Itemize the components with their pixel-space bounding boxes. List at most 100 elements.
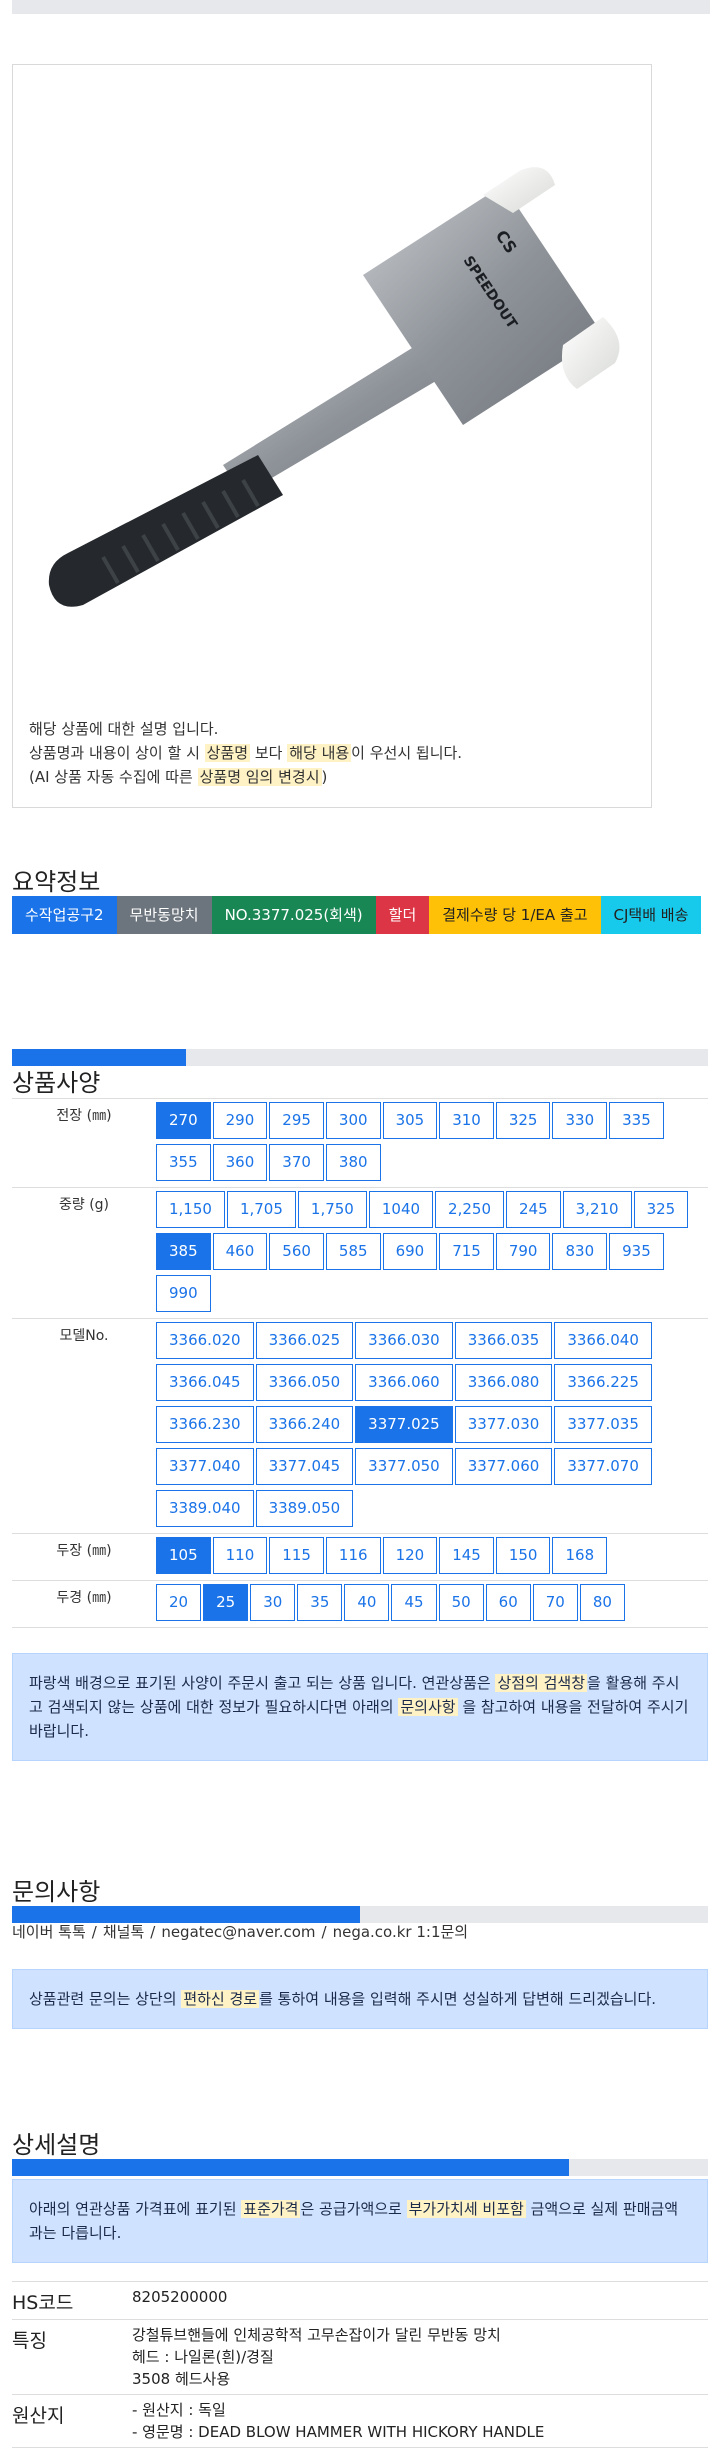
spec-option[interactable]: 460 [212,1233,268,1270]
tag-brand[interactable]: 할더 [375,896,430,934]
info-table: HS코드 8205200000 특징 강철튜브핸들에 인체공학적 고무손잡이가 달린 … [12,2281,708,2448]
spec-option[interactable]: 150 [495,1537,551,1574]
info-value-line: 헤드 : 나일론(흰)/경질 [132,2348,274,2366]
spec-option[interactable]: 310 [439,1102,494,1139]
spec-table: 전장 (㎜) 270 290 295 300 305 310 325 330 335 355 360 3… [12,1098,708,1628]
spec-option[interactable]: 245 [506,1191,561,1228]
spec-option[interactable]: 715 [439,1233,494,1270]
spec-option-selected[interactable]: 3377.025 [355,1406,453,1443]
tag-quantity[interactable]: 결제수량 당 1/EA 출고 [429,896,601,934]
spec-option[interactable]: 325 [495,1102,551,1139]
spec-option[interactable]: 3366.060 [355,1364,453,1401]
spec-option[interactable]: 3366.025 [255,1322,354,1359]
info-value: 8205200000 [132,2282,227,2319]
spec-option[interactable]: 3377.070 [554,1448,652,1485]
notice-text: 은 공급가액으로 [300,2200,407,2218]
spec-option[interactable]: 290 [212,1102,268,1139]
spec-option[interactable]: 80 [579,1584,625,1621]
spec-option[interactable]: 585 [325,1233,381,1270]
spec-option[interactable]: 3389.050 [255,1490,354,1527]
link-channel-talk[interactable]: 채널톡 [103,1923,144,1941]
spec-option[interactable]: 1,705 [226,1191,296,1228]
info-row: HS코드 8205200000 [12,2282,708,2320]
spec-option[interactable]: 3,210 [562,1191,632,1228]
tag-subcategory[interactable]: 무반동망치 [116,896,212,934]
detail-progress-fill [12,2159,569,2176]
spec-option[interactable]: 35 [297,1584,343,1621]
spec-option[interactable]: 45 [391,1584,437,1621]
description-line-1: 해당 상품에 대한 설명 입니다. [29,720,219,738]
spec-option[interactable]: 325 [633,1191,689,1228]
spec-option[interactable]: 40 [344,1584,390,1621]
link-naver-talk[interactable]: 네이버 톡톡 [12,1923,86,1941]
detail-notice: 아래의 연관상품 가격표에 표기된 표준가격 은 공급가액으로 부가가치세 비포함… [12,2179,708,2263]
spec-option[interactable]: 355 [156,1144,211,1181]
tag-category[interactable]: 수작업공구2 [12,896,117,934]
spec-option[interactable]: 790 [495,1233,551,1270]
spec-option[interactable]: 115 [269,1537,324,1574]
spec-option[interactable]: 3366.225 [554,1364,652,1401]
spec-option[interactable]: 70 [532,1584,578,1621]
spec-option[interactable]: 370 [269,1144,324,1181]
spec-option[interactable]: 1,150 [156,1191,225,1228]
spec-option[interactable]: 3366.035 [454,1322,553,1359]
spec-option[interactable]: 330 [552,1102,608,1139]
spec-option[interactable]: 3377.040 [156,1448,254,1485]
link-email[interactable]: negatec@naver.com [161,1923,315,1941]
spec-option[interactable]: 20 [156,1584,202,1621]
spec-option[interactable]: 116 [325,1537,381,1574]
spec-option-selected[interactable]: 105 [156,1537,211,1574]
spec-label: 두경 (㎜) [56,1590,112,1606]
spec-option[interactable]: 3389.040 [156,1490,254,1527]
spec-option[interactable]: 120 [382,1537,438,1574]
spec-option[interactable]: 990 [156,1275,211,1312]
link-site-inquiry[interactable]: nega.co.kr 1:1문의 [333,1923,469,1941]
spec-option[interactable]: 110 [212,1537,268,1574]
spec-option[interactable]: 305 [382,1102,438,1139]
spec-option[interactable]: 60 [485,1584,531,1621]
spec-option[interactable]: 145 [439,1537,494,1574]
spec-option[interactable]: 3377.050 [355,1448,453,1485]
spec-option[interactable]: 3366.020 [156,1322,254,1359]
spec-option[interactable]: 3366.230 [156,1406,254,1443]
spec-option[interactable]: 50 [438,1584,484,1621]
spec-option[interactable]: 335 [609,1102,664,1139]
spec-option[interactable]: 3377.060 [454,1448,553,1485]
link-separator: / [150,1923,156,1941]
spec-option[interactable]: 3366.030 [355,1322,453,1359]
spec-option[interactable]: 3366.040 [554,1322,652,1359]
inquiry-title: 문의사항 [12,1878,101,1906]
spec-option-selected[interactable]: 25 [203,1584,249,1621]
description-line-3: (AI 상품 자동 수집에 따른 상품명 임의 변경시) [29,765,462,789]
spec-option[interactable]: 295 [269,1102,324,1139]
spec-option[interactable]: 3377.045 [255,1448,354,1485]
spec-option-selected[interactable]: 270 [156,1102,211,1139]
spec-option[interactable]: 30 [250,1584,296,1621]
highlight-product-name: 상품명 [204,744,251,762]
spec-option[interactable]: 560 [269,1233,324,1270]
detail-progress-bar [12,2159,708,2176]
spec-option[interactable]: 380 [325,1144,381,1181]
spec-option[interactable]: 3366.050 [255,1364,354,1401]
spec-option[interactable]: 2,250 [435,1191,504,1228]
info-label: 특징 [12,2330,47,2352]
spec-option[interactable]: 1,750 [297,1191,367,1228]
tag-shipping[interactable]: CJ택배 배송 [600,896,702,934]
spec-option[interactable]: 3377.035 [554,1406,652,1443]
spec-option[interactable]: 3377.030 [454,1406,553,1443]
highlight-content: 해당 내용 [287,744,352,762]
spec-option[interactable]: 168 [552,1537,608,1574]
spec-option[interactable]: 3366.045 [156,1364,254,1401]
spec-option[interactable]: 935 [609,1233,664,1270]
spec-option[interactable]: 3366.080 [454,1364,553,1401]
spec-option[interactable]: 690 [382,1233,438,1270]
spec-option[interactable]: 3366.240 [255,1406,354,1443]
spec-option[interactable]: 360 [212,1144,268,1181]
info-value-line: - 원산지 : 독일 [132,2401,226,2419]
tag-model-number[interactable]: NO.3377.025(회색) [211,896,376,934]
product-image-box: SPEEDOUT CS 해당 상품에 대한 설명 입니다. 상품명과 내용이 상… [12,64,652,808]
spec-option[interactable]: 1040 [368,1191,434,1228]
spec-option[interactable]: 300 [325,1102,381,1139]
spec-option-selected[interactable]: 385 [156,1233,211,1270]
spec-option[interactable]: 830 [552,1233,608,1270]
